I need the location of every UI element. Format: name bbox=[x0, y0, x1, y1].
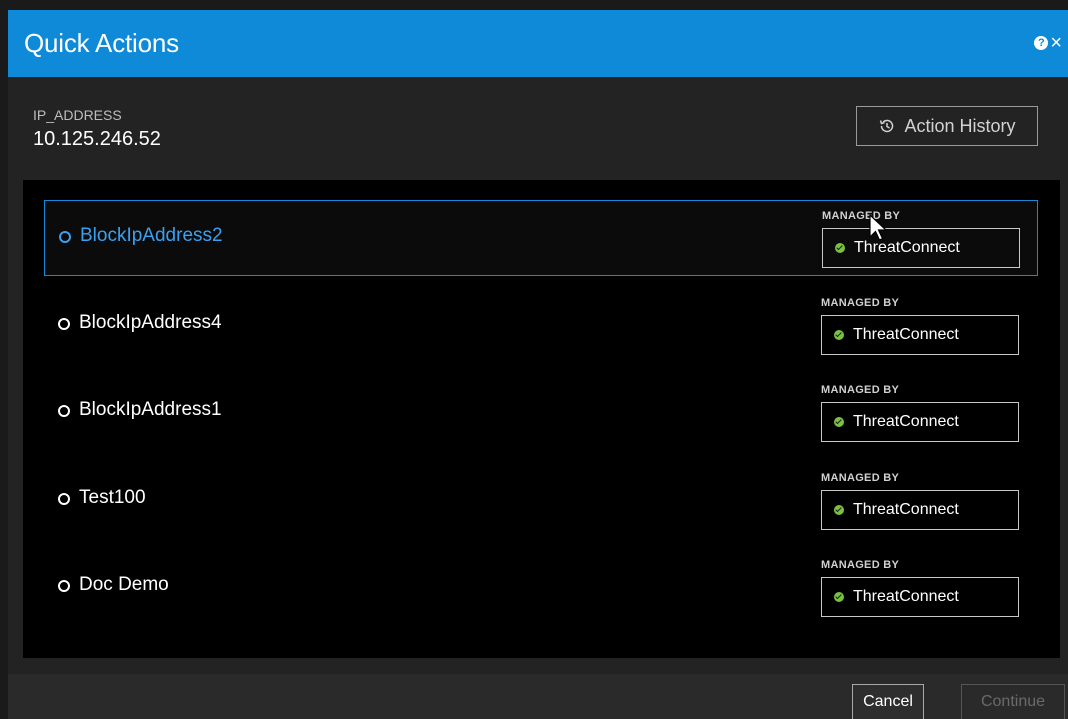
check-circle-icon bbox=[835, 243, 845, 253]
help-icon[interactable]: ? bbox=[1034, 36, 1049, 50]
radio-icon[interactable] bbox=[58, 405, 70, 417]
action-history-label: Action History bbox=[904, 115, 1016, 136]
action-name: Doc Demo bbox=[79, 574, 169, 595]
managed-by-badge: ThreatConnect bbox=[821, 402, 1019, 442]
action-list: BlockIpAddress2 MANAGED BY ThreatConnect… bbox=[23, 180, 1060, 658]
managed-by-label: MANAGED BY bbox=[821, 472, 900, 484]
action-row-test100[interactable]: Test100 MANAGED BY ThreatConnect bbox=[44, 463, 1038, 539]
action-row-blockipaddress4[interactable]: BlockIpAddress4 MANAGED BY ThreatConnect bbox=[44, 288, 1038, 364]
close-icon[interactable]: × bbox=[1050, 33, 1062, 53]
managed-by-value: ThreatConnect bbox=[853, 326, 959, 343]
action-row-blockipaddress1[interactable]: BlockIpAddress1 MANAGED BY ThreatConnect bbox=[44, 375, 1038, 451]
radio-icon[interactable] bbox=[58, 318, 70, 330]
radio-icon[interactable] bbox=[59, 231, 71, 243]
check-circle-icon bbox=[834, 330, 844, 340]
managed-by-value: ThreatConnect bbox=[853, 501, 959, 518]
managed-by-label: MANAGED BY bbox=[821, 384, 900, 396]
managed-by-badge: ThreatConnect bbox=[821, 490, 1019, 530]
continue-button[interactable]: Continue bbox=[961, 684, 1065, 719]
action-history-button[interactable]: Action History bbox=[856, 106, 1038, 146]
check-circle-icon bbox=[834, 417, 844, 427]
target-type-label: IP_ADDRESS bbox=[33, 107, 122, 123]
quick-actions-dialog: Quick Actions ? × IP_ADDRESS 10.125.246.… bbox=[8, 10, 1068, 719]
managed-by-value: ThreatConnect bbox=[853, 413, 959, 430]
dialog-titlebar: Quick Actions ? × bbox=[8, 10, 1068, 77]
radio-icon[interactable] bbox=[58, 493, 70, 505]
titlebar-controls: ? × bbox=[1034, 33, 1062, 53]
cancel-button[interactable]: Cancel bbox=[852, 684, 924, 719]
action-row-doc-demo[interactable]: Doc Demo MANAGED BY ThreatConnect bbox=[44, 550, 1038, 626]
managed-by-badge: ThreatConnect bbox=[821, 577, 1019, 617]
managed-by-badge: ThreatConnect bbox=[821, 315, 1019, 355]
managed-by-value: ThreatConnect bbox=[853, 588, 959, 605]
history-icon bbox=[880, 119, 894, 133]
action-name: BlockIpAddress2 bbox=[80, 225, 223, 246]
managed-by-label: MANAGED BY bbox=[821, 559, 900, 571]
radio-icon[interactable] bbox=[58, 580, 70, 592]
dialog-title: Quick Actions bbox=[24, 28, 179, 58]
managed-by-badge: ThreatConnect bbox=[822, 228, 1020, 268]
action-name: BlockIpAddress4 bbox=[79, 312, 222, 333]
managed-by-label: MANAGED BY bbox=[821, 297, 900, 309]
mouse-cursor-icon bbox=[869, 213, 888, 241]
action-name: BlockIpAddress1 bbox=[79, 399, 222, 420]
check-circle-icon bbox=[834, 592, 844, 602]
action-name: Test100 bbox=[79, 487, 146, 508]
check-circle-icon bbox=[834, 505, 844, 515]
target-ip-value: 10.125.246.52 bbox=[33, 128, 161, 150]
